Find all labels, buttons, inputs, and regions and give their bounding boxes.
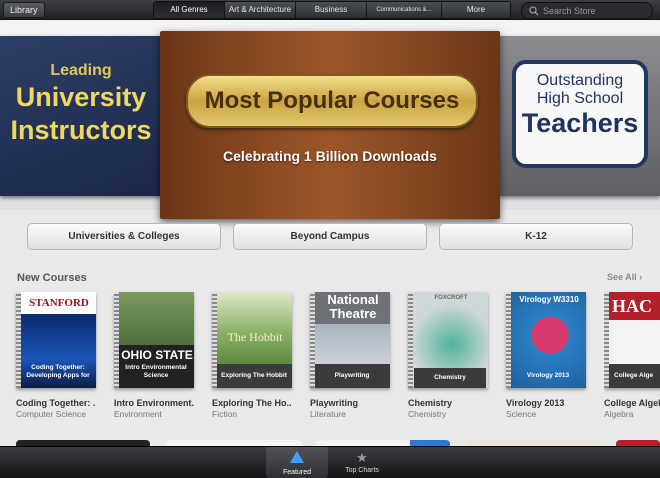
course-item[interactable]: Virology W3310 Virology 2013 Virology 20… (506, 292, 586, 419)
banner-right-line3: Teachers (521, 108, 639, 138)
tab-more[interactable]: More (442, 2, 510, 18)
banner-subtitle: Celebrating 1 Billion Downloads (223, 148, 437, 164)
course-category: Environment (114, 409, 162, 419)
library-button[interactable]: Library (3, 2, 45, 18)
course-name: College Algeb (604, 398, 660, 408)
plaque-title: Most Popular Courses (186, 74, 478, 128)
cover-title: Intro Environmental Science (125, 364, 187, 379)
course-cover: National Theatre Playwriting (310, 292, 390, 388)
course-cover: FOXCROFT Chemistry (408, 292, 488, 388)
course-name: Playwriting (310, 398, 359, 408)
banner-right-line1: Outstanding (536, 72, 624, 89)
course-item[interactable]: OHIO STATE Intro Environmental Science I… (114, 292, 194, 419)
spiral-binding (408, 292, 413, 388)
universities-colleges-button[interactable]: Universities & Colleges (27, 223, 221, 250)
course-category: Chemistry (408, 409, 447, 419)
see-all-link[interactable]: See All › (607, 272, 642, 282)
banner-left-line3: Instructors (10, 115, 152, 145)
course-item[interactable]: The Hobbit Exploring The Hobbit Explorin… (212, 292, 292, 419)
banner-right-line2: High School (536, 90, 624, 107)
course-category: Fiction (212, 409, 238, 419)
tab-featured[interactable]: Featured (266, 447, 328, 478)
spiral-binding (604, 292, 609, 388)
course-category: Science (506, 409, 537, 419)
course-cover: STANFORD Coding Together: Developing App… (16, 292, 96, 388)
course-category: Algebra (604, 409, 634, 419)
beyond-campus-button[interactable]: Beyond Campus (233, 223, 427, 250)
chevron-right-icon: › (639, 272, 643, 282)
tab-all-genres[interactable]: All Genres (154, 2, 225, 18)
k12-button[interactable]: K-12 (439, 223, 633, 250)
cover-title: Virology 2013 (526, 372, 570, 379)
section-title: New Courses (17, 272, 87, 284)
cover-head: Virology W3310 (519, 295, 579, 304)
cover-head: National Theatre (327, 292, 379, 321)
spiral-binding (310, 292, 315, 388)
course-name: Virology 2013 (506, 398, 565, 408)
top-toolbar: Library All Genres Art & Architecture Bu… (0, 0, 660, 20)
course-item[interactable]: National Theatre Playwriting Playwriting… (310, 292, 390, 419)
course-name: Exploring The Ho... (212, 398, 292, 408)
search-icon (529, 5, 539, 15)
spiral-binding (506, 292, 511, 388)
tab-communications[interactable]: Communications &... (367, 2, 442, 18)
course-cover: OHIO STATE Intro Environmental Science (114, 292, 194, 388)
course-cover: HAC College Alge (604, 292, 660, 388)
banner-left-line1: Leading (50, 62, 112, 79)
star-icon: ★ (356, 450, 368, 465)
course-cover: The Hobbit Exploring The Hobbit (212, 292, 292, 388)
tab-top-charts-label: Top Charts (345, 467, 379, 474)
cover-title: Chemistry (414, 368, 486, 388)
cover-head: FOXCROFT (434, 295, 468, 301)
search-placeholder: Search Store (543, 5, 596, 16)
tab-featured-label: Featured (282, 469, 312, 476)
course-item[interactable]: HAC College Alge College Algeb Algebra (604, 292, 660, 419)
course-name: Coding Together: ... (16, 398, 96, 408)
featured-banner: Leading University Instructors Outstandi… (0, 20, 660, 219)
banner-university-instructors[interactable]: Leading University Instructors (0, 36, 162, 196)
course-item[interactable]: FOXCROFT Chemistry Chemistry Chemistry (408, 292, 488, 419)
course-category: Computer Science (16, 409, 86, 419)
teachers-badge: Outstanding High School Teachers (512, 60, 648, 168)
genre-segmented-control: All Genres Art & Architecture Business C… (153, 1, 511, 19)
tab-art-architecture[interactable]: Art & Architecture (225, 2, 296, 18)
course-name: Intro Environment... (114, 398, 194, 408)
cover-title: Exploring The Hobbit (221, 372, 287, 379)
featured-icon (266, 450, 328, 468)
spiral-binding (212, 292, 217, 388)
cover-title: Playwriting (334, 372, 370, 379)
see-all-label: See All (607, 272, 637, 282)
cover-title: College Alge (614, 372, 654, 379)
course-item[interactable]: STANFORD Coding Together: Developing App… (16, 292, 96, 419)
course-name: Chemistry (408, 398, 453, 408)
banner-most-popular-courses[interactable]: Most Popular Courses Celebrating 1 Billi… (160, 31, 500, 219)
spiral-binding (114, 292, 119, 388)
course-category: Literature (310, 409, 346, 419)
cover-head: The Hobbit (227, 330, 283, 344)
cover-title: Coding Together: Developing Apps for (26, 364, 90, 379)
bottom-tab-bar: Featured ★ Top Charts (0, 446, 660, 478)
spiral-binding (16, 292, 21, 388)
course-cover: Virology W3310 Virology 2013 (506, 292, 586, 388)
tab-business[interactable]: Business (296, 2, 367, 18)
cover-head: HAC (612, 296, 652, 316)
cover-head: STANFORD (29, 297, 89, 309)
banner-high-school-teachers[interactable]: Outstanding High School Teachers (500, 36, 660, 196)
tab-top-charts[interactable]: ★ Top Charts (331, 447, 393, 478)
search-field[interactable]: Search Store (521, 2, 653, 19)
banner-left-line2: University (15, 82, 147, 112)
cover-head: OHIO STATE (121, 348, 193, 362)
